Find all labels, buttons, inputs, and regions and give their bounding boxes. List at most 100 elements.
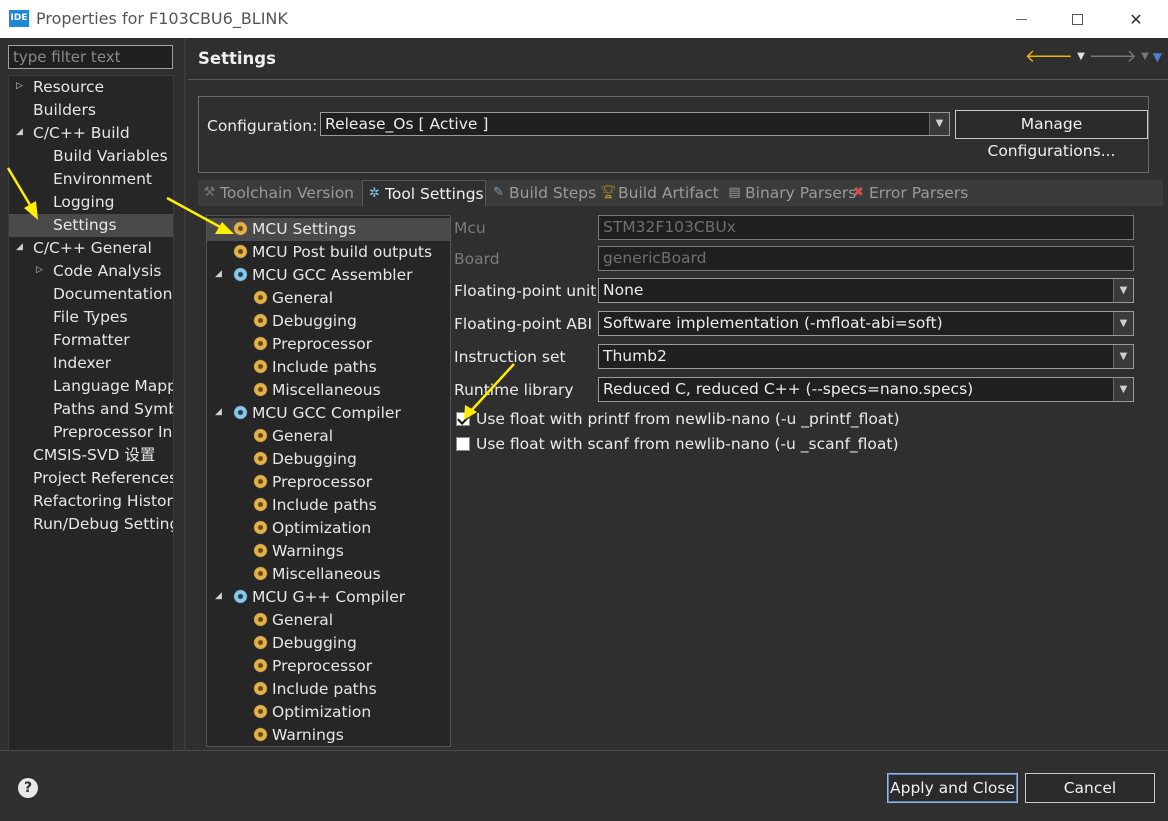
tree-item-file-types[interactable]: File Types [53,306,128,329]
tree-item-asm-preprocessor[interactable]: Preprocessor [253,333,372,356]
tree-item-paths-and-symbols[interactable]: Paths and Symbo [53,398,173,421]
fpu-select[interactable]: None ▼ [598,278,1134,303]
tree-item-gcc-debugging[interactable]: Debugging [253,448,357,471]
tree-item-gpp-debugging[interactable]: Debugging [253,632,357,655]
toolchain-icon: ⚒ [203,185,216,200]
expand-arrow-icon[interactable]: ▷ [16,81,23,91]
forward-arrow-icon[interactable]: 🡒 [1089,46,1137,67]
cancel-button[interactable]: Cancel [1025,773,1155,803]
apply-and-close-button[interactable]: Apply and Close [887,773,1018,803]
tree-item-gcc-warnings[interactable]: Warnings [253,540,344,563]
tree-label: Warnings [272,726,344,744]
tree-item-mcu-gcc-assembler[interactable]: MCU GCC Assembler [233,264,413,287]
filter-input[interactable]: type filter text [8,45,173,69]
tree-item-cpp-build[interactable]: C/C++ Build [33,122,130,145]
tree-item-asm-debugging[interactable]: Debugging [253,310,357,333]
instruction-set-select[interactable]: Thumb2 ▼ [598,344,1134,369]
tree-item-mcu-gpp-compiler[interactable]: MCU G++ Compiler [233,586,405,609]
back-arrow-icon[interactable]: 🡐 [1025,46,1073,67]
float-abi-select[interactable]: Software implementation (-mfloat-abi=sof… [598,311,1134,336]
tree-item-mcu-gcc-compiler[interactable]: MCU GCC Compiler [233,402,401,425]
tree-item-builders[interactable]: Builders [33,99,96,122]
chevron-down-icon[interactable]: ▼ [929,113,949,135]
tree-label: General [272,427,334,445]
board-field: genericBoard [598,246,1134,271]
collapse-arrow-icon[interactable]: ◢ [215,407,222,417]
tree-item-gcc-preprocessor[interactable]: Preprocessor [253,471,372,494]
tab-toolchain-version[interactable]: ⚒ Toolchain Version [198,180,361,206]
tree-item-logging[interactable]: Logging [53,191,115,214]
collapse-arrow-icon[interactable]: ◢ [215,269,222,279]
back-dropdown-icon[interactable]: ▼ [1077,51,1085,62]
tab-binary-parsers[interactable]: ▤ Binary Parsers [723,180,856,206]
tree-item-environment[interactable]: Environment [53,168,152,191]
settings-gear-icon [253,658,268,673]
tree-item-indexer[interactable]: Indexer [53,352,111,375]
tree-item-project-references[interactable]: Project References [33,467,173,490]
forward-dropdown-icon[interactable]: ▼ [1141,51,1149,62]
tree-item-refactoring-history[interactable]: Refactoring History [33,490,173,513]
tree-item-gcc-optimization[interactable]: Optimization [253,517,371,540]
tree-item-asm-miscellaneous[interactable]: Miscellaneous [253,379,381,402]
tree-item-gpp-warnings[interactable]: Warnings [253,724,344,746]
tab-build-steps[interactable]: ✎ Build Steps [487,180,596,206]
printf-float-checkbox[interactable] [456,412,470,426]
manage-configurations-button[interactable]: Manage Configurations... [955,110,1148,160]
tree-item-gcc-general[interactable]: General [253,425,333,448]
tree-item-mcu-post-build-outputs[interactable]: MCU Post build outputs [233,241,432,264]
property-tree: ▷ Resource Builders ◢ C/C++ Build Build … [8,75,174,780]
tree-item-build-variables[interactable]: Build Variables [53,145,168,168]
tree-item-language-mappings[interactable]: Language Mappi [53,375,173,398]
collapse-arrow-icon[interactable]: ◢ [16,242,23,252]
tree-item-gcc-include-paths[interactable]: Include paths [253,494,377,517]
tree-item-mcu-settings[interactable]: MCU Settings [207,218,450,241]
scanf-float-checkbox[interactable] [456,437,470,451]
chevron-down-icon[interactable]: ▼ [1113,345,1133,368]
expand-arrow-icon[interactable]: ▷ [36,265,43,275]
build-steps-icon: ✎ [493,185,504,200]
tab-label: Tool Settings [385,185,484,203]
tab-build-artifact[interactable]: 🏆︎ Build Artifact [596,180,722,206]
chevron-down-icon[interactable]: ▼ [1113,279,1133,302]
tree-item-cpp-general[interactable]: C/C++ General [33,237,152,260]
chevron-down-icon[interactable]: ▼ [1113,312,1133,335]
runtime-library-value: Reduced C, reduced C++ (--specs=nano.spe… [603,380,974,398]
tree-item-run-debug-settings[interactable]: Run/Debug Setting [33,513,173,536]
collapse-arrow-icon[interactable]: ◢ [215,591,222,601]
scanf-float-option[interactable]: Use float with scanf from newlib-nano (-… [456,435,899,453]
tree-item-formatter[interactable]: Formatter [53,329,130,352]
printf-float-option[interactable]: Use float with printf from newlib-nano (… [456,410,900,428]
collapse-arrow-icon[interactable]: ◢ [16,127,23,137]
maximize-icon [1071,13,1083,25]
settings-header: Settings 🡐 ▼ 🡒 ▼ ▼ [188,38,1168,80]
tree-item-asm-general[interactable]: General [253,287,333,310]
tool-gear-icon [233,267,248,282]
tree-item-settings[interactable]: Settings [9,214,173,237]
view-menu-icon[interactable]: ▼ [1153,50,1162,64]
close-button[interactable]: ✕ [1113,0,1159,38]
settings-gear-icon [253,497,268,512]
tree-item-gpp-preprocessor[interactable]: Preprocessor [253,655,372,678]
minimize-button[interactable] [998,0,1044,38]
help-icon[interactable]: ? [18,778,38,798]
tree-item-documentation[interactable]: Documentation [53,283,173,306]
runtime-library-select[interactable]: Reduced C, reduced C++ (--specs=nano.spe… [598,377,1134,402]
tree-item-preprocessor-include[interactable]: Preprocessor Inc [53,421,173,444]
scanf-float-label: Use float with scanf from newlib-nano (-… [476,435,899,453]
tree-label: MCU GCC Assembler [252,266,413,284]
tree-item-gpp-optimization[interactable]: Optimization [253,701,371,724]
chevron-down-icon[interactable]: ▼ [1113,378,1133,401]
tree-item-gcc-miscellaneous[interactable]: Miscellaneous [253,563,381,586]
tree-item-asm-include-paths[interactable]: Include paths [253,356,377,379]
tree-item-cmsis-svd[interactable]: CMSIS-SVD 设置 [33,444,155,467]
tree-label: Miscellaneous [272,381,381,399]
configuration-select[interactable]: Release_Os [ Active ] ▼ [320,112,950,136]
tree-item-gpp-general[interactable]: General [253,609,333,632]
tab-tool-settings[interactable]: ✲ Tool Settings [362,180,486,206]
tree-item-resource[interactable]: Resource [33,76,104,99]
tree-item-gpp-include-paths[interactable]: Include paths [253,678,377,701]
tab-error-parsers[interactable]: ✖ Error Parsers [847,180,969,206]
tab-label: Toolchain Version [220,184,355,202]
maximize-button[interactable] [1054,0,1100,38]
tree-item-code-analysis[interactable]: Code Analysis [53,260,161,283]
